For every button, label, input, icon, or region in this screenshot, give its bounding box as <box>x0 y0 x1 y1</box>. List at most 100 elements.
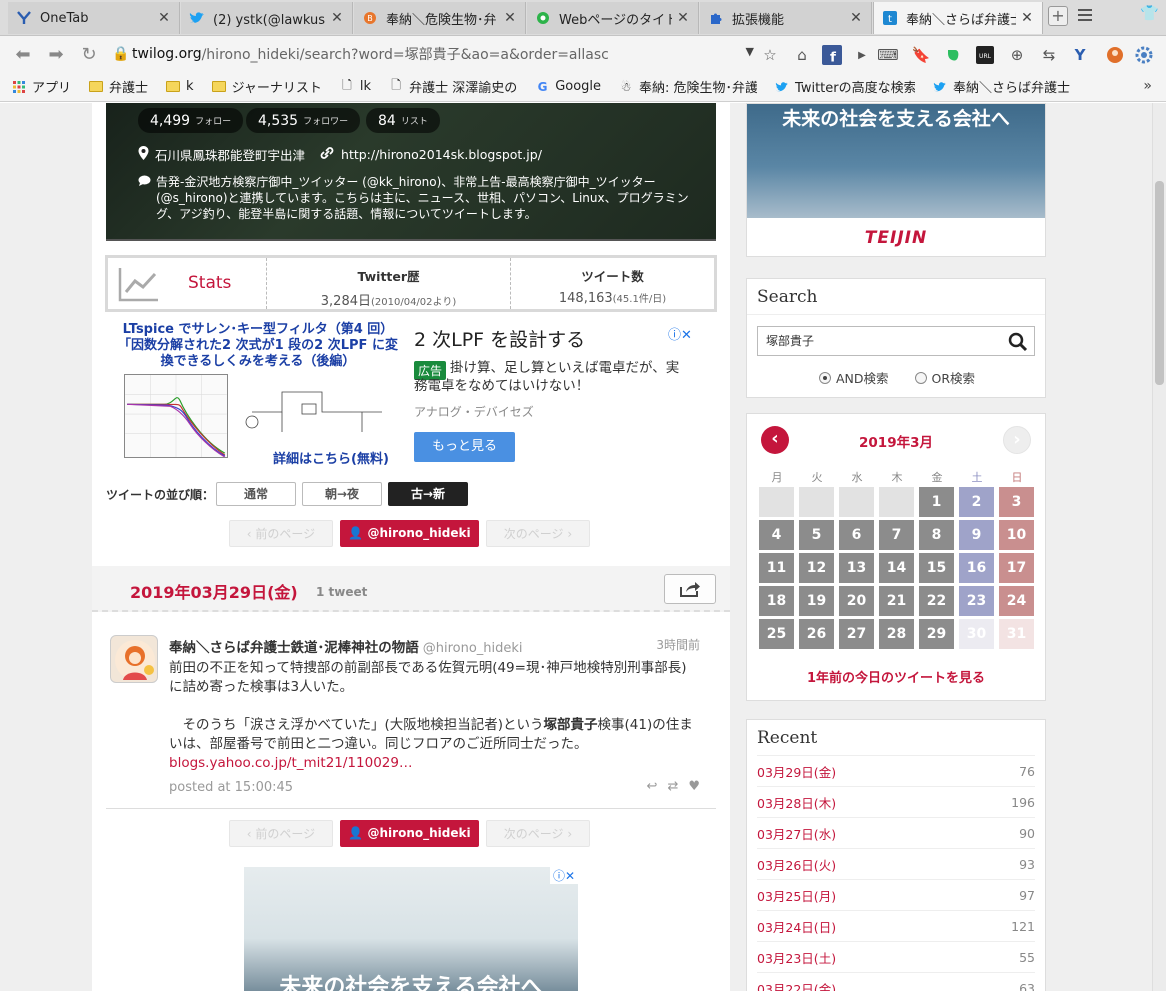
tab-blog[interactable]: B 奉納＼危険生物･弁 ✕ <box>354 2 526 34</box>
arrow-right-icon[interactable]: ▶ <box>852 45 872 65</box>
ad-headline[interactable]: 2 次LPF を設計する <box>414 325 585 352</box>
calendar-one-year-ago-link[interactable]: 1年前の今日のツイートを見る <box>747 667 1045 686</box>
sort-normal-button[interactable]: 通常 <box>216 482 297 506</box>
ad-choices-close-icon[interactable]: ⓘ✕ <box>668 324 692 343</box>
forward-icon[interactable]: ➡ <box>45 44 67 65</box>
tshirt-icon[interactable]: 👕 <box>1140 4 1159 22</box>
calendar-day[interactable]: 27 <box>839 619 874 649</box>
calendar-day[interactable]: 7 <box>879 520 914 550</box>
close-icon[interactable]: ✕ <box>1020 10 1034 26</box>
bookmark-blog[interactable]: ☃ 奉納: 危険生物･弁護 <box>619 77 757 97</box>
recent-row[interactable]: 03月24日(日) 121 <box>757 910 1035 941</box>
radio-and-search[interactable]: AND検索 <box>819 368 889 387</box>
close-icon[interactable]: ✕ <box>157 10 171 26</box>
bookmark-apps[interactable]: アプリ <box>12 77 71 96</box>
bookmark-google[interactable]: G Google <box>535 79 601 94</box>
follow-count-badge[interactable]: 4,499 フォロー <box>138 108 244 133</box>
calendar-day[interactable]: 1 <box>919 487 954 517</box>
profile-avatar-icon[interactable] <box>1105 45 1125 65</box>
ad-image[interactable]: LTspice でサレン･キー型フィルタ（第4 回）「因数分解された2 次式が1… <box>116 322 400 467</box>
next-page-button[interactable]: 次のページ › <box>486 820 590 847</box>
reload-icon[interactable]: ↻ <box>78 44 100 65</box>
calendar-day[interactable]: 18 <box>759 586 794 616</box>
like-heart-icon[interactable]: ♥ <box>688 779 700 794</box>
calendar-day[interactable]: 8 <box>919 520 954 550</box>
recent-row[interactable]: 03月25日(月) 97 <box>757 879 1035 910</box>
close-icon[interactable]: ✕ <box>849 10 863 26</box>
page-scrollbar[interactable] <box>1152 103 1166 991</box>
bookmark-folder-journalist[interactable]: ジャーナリスト <box>211 77 322 96</box>
close-icon[interactable]: ✕ <box>330 10 344 26</box>
calendar-day[interactable]: 19 <box>799 586 834 616</box>
tweet-timestamp-ago[interactable]: 3時間前 <box>656 636 700 653</box>
target-icon[interactable]: ⊕ <box>1007 45 1027 65</box>
chevron-down-icon[interactable]: ▼ <box>746 45 754 58</box>
tab-onetab[interactable]: OneTab ✕ <box>8 2 180 34</box>
bookmark-lawyer-fukazawa[interactable]: 🗋 弁護士 深澤諭史の <box>389 77 517 96</box>
calendar-day[interactable]: 16 <box>959 553 994 583</box>
advertisement-teijin-side[interactable]: 未来の社会を支える会社へ TEIJIN <box>746 103 1046 257</box>
calendar-day[interactable]: 24 <box>999 586 1034 616</box>
evernote-icon[interactable] <box>943 45 963 65</box>
advertisement-teijin-bottom[interactable]: ⓘ✕ 未来の社会を支える会社へ <box>244 867 578 991</box>
calendar-day[interactable]: 5 <box>799 520 834 550</box>
calendar-day[interactable]: 3 <box>999 487 1034 517</box>
list-count-badge[interactable]: 84 リスト <box>366 108 440 133</box>
calendar-day[interactable]: 9 <box>959 520 994 550</box>
scrollbar-thumb[interactable] <box>1155 181 1164 385</box>
onetab-toolbar-icon[interactable]: Y <box>1070 45 1090 65</box>
tweet-posted-at[interactable]: posted at 15:00:45 <box>169 780 293 795</box>
calendar-day[interactable]: 11 <box>759 553 794 583</box>
calendar-day[interactable]: 6 <box>839 520 874 550</box>
radio-or-search[interactable]: OR検索 <box>914 368 975 387</box>
calendar-day[interactable]: 14 <box>879 553 914 583</box>
calendar-next-month-button[interactable]: › <box>1003 426 1031 454</box>
back-icon[interactable]: ⬅ <box>12 44 34 65</box>
ad-image-more-link[interactable]: 詳細はこちら(無料) <box>273 448 389 467</box>
url-shortener-icon[interactable]: URL <box>975 45 995 65</box>
calendar-day[interactable]: 23 <box>959 586 994 616</box>
search-icon[interactable] <box>1008 332 1028 352</box>
calendar-day[interactable]: 29 <box>919 619 954 649</box>
sort-old-to-new-button[interactable]: 古→新 <box>388 482 469 506</box>
facebook-icon[interactable]: f <box>822 45 842 65</box>
bookmark-lk[interactable]: 🗋 lk <box>340 79 371 94</box>
calendar-day[interactable]: 25 <box>759 619 794 649</box>
shuffle-icon[interactable]: ⇆ <box>1039 45 1059 65</box>
calendar-day[interactable]: 22 <box>919 586 954 616</box>
bookmark-twitter-advanced-search[interactable]: Twitterの高度な検索 <box>775 77 915 96</box>
recent-row[interactable]: 03月26日(火) 93 <box>757 848 1035 879</box>
calendar-day[interactable]: 26 <box>799 619 834 649</box>
chevron-double-right-icon[interactable]: » <box>1143 78 1152 94</box>
tab-twitter[interactable]: (2) ystk(@lawkus)さ ✕ <box>181 2 353 34</box>
close-icon[interactable]: ✕ <box>503 10 517 26</box>
keyboard-icon[interactable]: ⌨ <box>877 45 899 65</box>
calendar-day[interactable]: 28 <box>879 619 914 649</box>
share-button[interactable] <box>664 574 716 604</box>
calendar-day[interactable]: 20 <box>839 586 874 616</box>
retweet-icon[interactable]: ⇄ <box>667 779 678 794</box>
bookmark-folder-k[interactable]: k <box>166 79 194 94</box>
calendar-day[interactable]: 17 <box>999 553 1034 583</box>
tweet-screen-name[interactable]: @hirono_hideki <box>423 641 523 656</box>
calendar-day[interactable]: 12 <box>799 553 834 583</box>
next-page-button[interactable]: 次のページ › <box>486 520 590 547</box>
address-bar[interactable]: 🔒 twilog.org/hirono_hideki/search?word=塚… <box>112 41 760 67</box>
recent-row[interactable]: 03月28日(木) 196 <box>757 786 1035 817</box>
search-input[interactable]: 塚部貴子 <box>757 326 1035 356</box>
prev-page-button[interactable]: ‹ 前のページ <box>229 820 333 847</box>
prev-page-button[interactable]: ‹ 前のページ <box>229 520 333 547</box>
sort-morning-to-night-button[interactable]: 朝→夜 <box>302 482 383 506</box>
calendar-day[interactable]: 15 <box>919 553 954 583</box>
bookmark-hono-twitter[interactable]: 奉納＼さらば弁護士 <box>933 77 1070 96</box>
recent-row[interactable]: 03月22日(金) 63 <box>757 972 1035 991</box>
calendar-day[interactable]: 21 <box>879 586 914 616</box>
follower-count-badge[interactable]: 4,535 フォロワー <box>246 108 361 133</box>
settings-gear-icon[interactable] <box>1134 45 1154 65</box>
tweet-link[interactable]: blogs.yahoo.co.jp/t_mit21/110029… <box>169 754 699 773</box>
bookmark-icon[interactable]: 🔖 <box>911 45 931 65</box>
calendar-day[interactable]: 13 <box>839 553 874 583</box>
bookmark-folder-lawyer[interactable]: 弁護士 <box>89 77 148 96</box>
close-icon[interactable]: ✕ <box>676 10 690 26</box>
tab-extensions[interactable]: 拡張機能 ✕ <box>700 2 872 34</box>
